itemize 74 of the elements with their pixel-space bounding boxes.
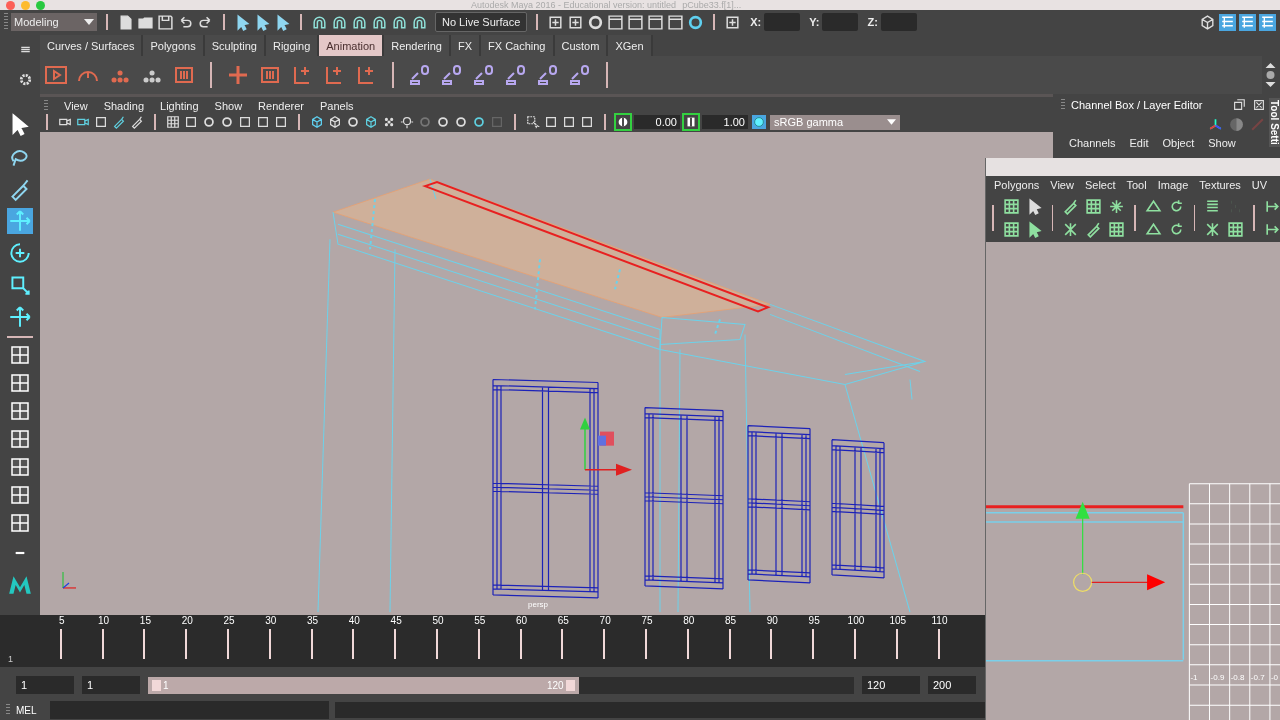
viewport-menu[interactable]: Show bbox=[214, 99, 243, 112]
shelf-tab[interactable]: Animation bbox=[319, 35, 385, 56]
mode-dropdown[interactable]: Modeling bbox=[11, 13, 97, 31]
frame-number: 105 bbox=[889, 615, 907, 626]
frame-number: 50 bbox=[432, 615, 444, 626]
gamma-field[interactable]: 1.00 bbox=[702, 115, 748, 129]
playback-start-field[interactable]: 1 bbox=[82, 676, 140, 694]
frame-number: 30 bbox=[265, 615, 277, 626]
uv-editor-menu[interactable]: Polygons bbox=[994, 179, 1040, 192]
frame-number: 70 bbox=[599, 615, 611, 626]
uv-editor-menu[interactable]: Image bbox=[1157, 179, 1189, 192]
frame-number: 25 bbox=[223, 615, 235, 626]
coordinate-label: Y: bbox=[809, 16, 820, 28]
channel-box-menu[interactable]: Show bbox=[1208, 137, 1236, 149]
frame-number: 15 bbox=[139, 615, 151, 626]
coordinate-label: X: bbox=[750, 16, 762, 28]
frame-number: 35 bbox=[307, 615, 319, 626]
frame-number: 80 bbox=[683, 615, 695, 626]
shelf-tab[interactable]: Curves / Surfaces bbox=[40, 35, 144, 56]
exposure-field[interactable]: 0.00 bbox=[634, 115, 680, 129]
axis-label: -1 bbox=[1190, 672, 1198, 682]
shelf-tab[interactable]: Rendering bbox=[384, 35, 451, 56]
frame-number: 40 bbox=[348, 615, 360, 626]
frame-number: 110 bbox=[931, 615, 948, 626]
uv-editor-menu[interactable]: Tool bbox=[1126, 179, 1147, 192]
viewport-menu[interactable]: Lighting bbox=[160, 99, 199, 112]
frame-number: 55 bbox=[474, 615, 486, 626]
axis-label: -0 bbox=[1270, 672, 1279, 682]
uv-editor-menu[interactable]: View bbox=[1050, 179, 1074, 192]
shelf-tab[interactable]: FX bbox=[450, 35, 481, 56]
uv-editor-menu[interactable]: UV bbox=[1251, 179, 1268, 192]
current-frame: 1 bbox=[8, 654, 13, 664]
side-tab[interactable]: Tool Setti bbox=[1269, 98, 1280, 147]
frame-number: 5 bbox=[59, 615, 65, 626]
shelf-tab[interactable]: FX Caching bbox=[481, 35, 555, 56]
uv-editor-menu[interactable]: Textures bbox=[1199, 179, 1241, 192]
axis-label: -0.8 bbox=[1230, 672, 1245, 682]
shelf-tab[interactable]: Sculpting bbox=[204, 35, 266, 56]
start-frame-field[interactable]: 1 bbox=[16, 676, 74, 694]
playback-end-field[interactable]: 120 bbox=[862, 676, 920, 694]
frame-number: 45 bbox=[390, 615, 402, 626]
viewport-menu[interactable]: Renderer bbox=[258, 99, 304, 112]
range-end-label: 120 bbox=[546, 679, 575, 691]
time-ruler[interactable]: 5 10 15 20 25 30 35 40 45 50 55 60 65 70 75 80 85 90 95 100 105 110 1 bbox=[0, 615, 985, 667]
shelf-tab[interactable]: XGen bbox=[608, 35, 653, 56]
language-label[interactable]: MEL bbox=[16, 704, 44, 716]
shelf-tab[interactable]: Polygons bbox=[143, 35, 205, 56]
viewport-menu[interactable]: View bbox=[64, 99, 88, 112]
frame-number: 75 bbox=[641, 615, 653, 626]
shelf-tab[interactable]: Rigging bbox=[265, 35, 320, 56]
frame-number: 10 bbox=[98, 615, 110, 626]
coordinate-label: Z: bbox=[867, 16, 878, 28]
frame-number: 20 bbox=[181, 615, 193, 626]
live-surface-button[interactable]: No Live Surface bbox=[435, 12, 528, 32]
viewport-menu[interactable]: Shading bbox=[103, 99, 145, 112]
frame-number: 85 bbox=[725, 615, 737, 626]
range-start-label: 1 bbox=[152, 679, 169, 691]
channel-box-menu[interactable]: Channels bbox=[1069, 137, 1116, 149]
panel-title: Channel Box / Layer Editor bbox=[1071, 99, 1204, 111]
frame-number: 90 bbox=[766, 615, 778, 626]
selection-title: pCube33.f[1]... bbox=[682, 0, 742, 10]
frame-number: 60 bbox=[516, 615, 528, 626]
viewport-menu[interactable]: Panels bbox=[319, 99, 354, 112]
frame-number: 95 bbox=[808, 615, 820, 626]
channel-box-menu[interactable]: Edit bbox=[1129, 137, 1149, 149]
frame-number: 65 bbox=[557, 615, 569, 626]
axis-label: -0.7 bbox=[1250, 672, 1265, 682]
frame-number: 100 bbox=[847, 615, 865, 626]
camera-label: persp bbox=[528, 600, 548, 609]
axis-label: -0.9 bbox=[1210, 672, 1225, 682]
uv-editor-menu[interactable]: Select bbox=[1084, 179, 1116, 192]
end-frame-field[interactable]: 200 bbox=[928, 676, 976, 694]
shelf-tab[interactable]: Custom bbox=[554, 35, 609, 56]
channel-box-menu[interactable]: Object bbox=[1162, 137, 1195, 149]
